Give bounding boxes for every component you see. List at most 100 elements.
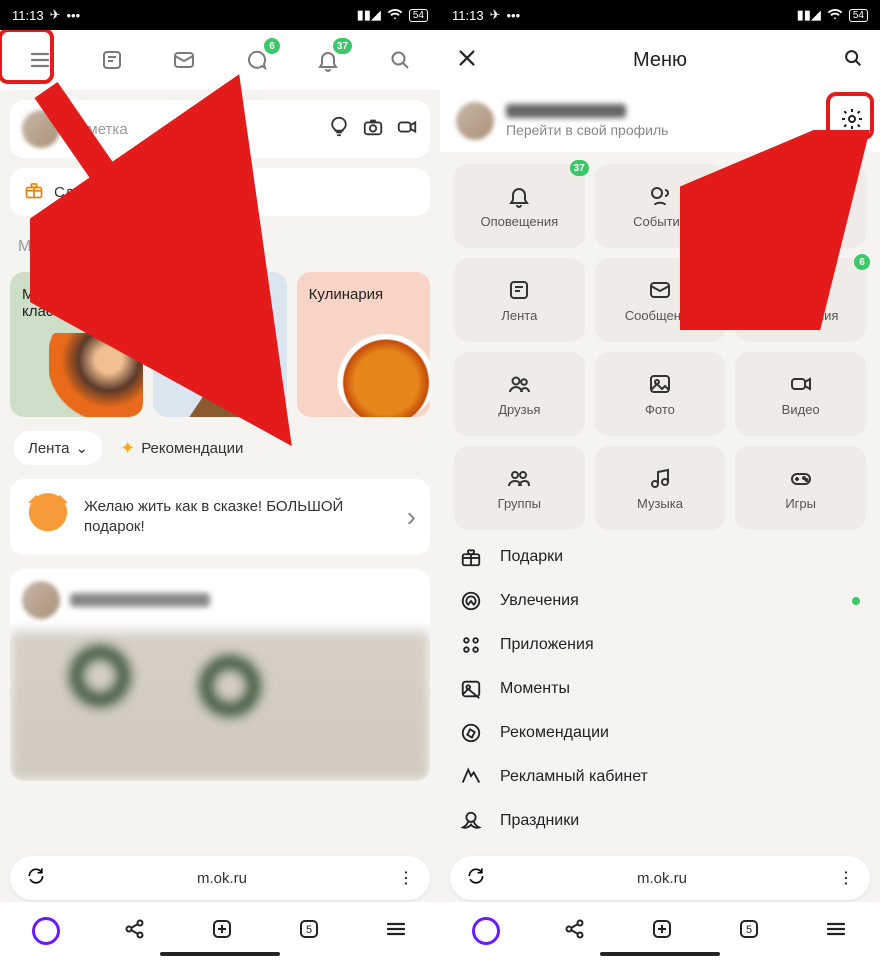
menu-icon[interactable] bbox=[384, 917, 408, 946]
share-icon[interactable] bbox=[563, 917, 587, 946]
card-home[interactable]: Дом и ремонт bbox=[153, 272, 286, 417]
gift-row[interactable]: Сделать подарок bbox=[10, 168, 430, 216]
sparkle-icon: ✦ bbox=[120, 438, 135, 459]
tile-groups[interactable]: Группы bbox=[454, 446, 585, 530]
hamburger-button[interactable] bbox=[20, 40, 60, 80]
recommendations-link[interactable]: ✦Рекомендации bbox=[120, 438, 243, 459]
yandex-icon[interactable] bbox=[472, 917, 500, 945]
more-icon: ••• bbox=[66, 8, 80, 23]
status-time: 11:13 bbox=[452, 8, 484, 23]
profile-row[interactable]: Перейти в свой профиль bbox=[440, 90, 880, 152]
compose-placeholder[interactable]: Заметка bbox=[70, 121, 318, 138]
share-icon[interactable] bbox=[123, 917, 147, 946]
messages-icon[interactable] bbox=[164, 40, 204, 80]
post-avatar[interactable] bbox=[22, 581, 60, 619]
menu-hobbies[interactable]: Увлечения bbox=[460, 590, 860, 612]
gift-label: Сделать подарок bbox=[54, 184, 174, 201]
tile-friends[interactable]: Друзья bbox=[454, 352, 585, 436]
top-nav: 6 37 bbox=[0, 30, 440, 90]
idea-icon[interactable] bbox=[328, 116, 350, 143]
video-icon[interactable] bbox=[396, 116, 418, 143]
more-icon: ••• bbox=[506, 8, 520, 23]
feed-post[interactable] bbox=[10, 569, 430, 781]
screen-feed: 11:13 ✈ ••• ▮▮◢ 54 6 37 Заметка bbox=[0, 0, 440, 960]
close-icon[interactable] bbox=[456, 47, 478, 74]
reload-icon[interactable] bbox=[466, 866, 486, 891]
tiles-grid: Оповещения37 События Гости Лента Сообщен… bbox=[440, 164, 880, 530]
tile-notifications[interactable]: Оповещения37 bbox=[454, 164, 585, 248]
tile-guests[interactable]: Гости bbox=[735, 164, 866, 248]
url-text: m.ok.ru bbox=[46, 870, 398, 887]
tab-moments[interactable]: Моменты bbox=[18, 238, 88, 256]
tab-hobby[interactable]: Увлечения bbox=[102, 232, 209, 262]
svg-text:5: 5 bbox=[306, 924, 312, 936]
cards-row: Мастер- классы Дом и ремонт Кулинария bbox=[0, 272, 440, 417]
tile-feed[interactable]: Лента bbox=[454, 258, 585, 342]
url-text: m.ok.ru bbox=[486, 870, 838, 887]
chat-badge: 6 bbox=[264, 38, 280, 54]
tile-photo[interactable]: Фото bbox=[595, 352, 726, 436]
kebab-icon[interactable]: ⋮ bbox=[838, 868, 854, 888]
tile-discussions[interactable]: Обсуждения6 bbox=[735, 258, 866, 342]
lenta-dropdown[interactable]: Лента⌄ bbox=[14, 431, 102, 465]
avatar[interactable] bbox=[456, 102, 494, 140]
reload-icon[interactable] bbox=[26, 866, 46, 891]
new-tab-icon[interactable] bbox=[650, 917, 674, 946]
tile-events[interactable]: События bbox=[595, 164, 726, 248]
green-dot bbox=[852, 597, 860, 605]
avatar[interactable] bbox=[22, 110, 60, 148]
bottom-nav: 5 bbox=[0, 902, 440, 960]
gift-icon bbox=[24, 180, 44, 204]
menu-gifts[interactable]: Подарки bbox=[460, 546, 860, 568]
menu-moments[interactable]: Моменты bbox=[460, 678, 860, 700]
profile-sub: Перейти в свой профиль bbox=[506, 122, 828, 138]
tile-messages[interactable]: Сообщения bbox=[595, 258, 726, 342]
bottom-nav: 5 bbox=[440, 902, 880, 960]
menu-apps[interactable]: Приложения bbox=[460, 634, 860, 656]
tile-games[interactable]: Игры bbox=[735, 446, 866, 530]
menu-ads[interactable]: Рекламный кабинет bbox=[460, 766, 860, 788]
telegram-icon: ✈ bbox=[490, 7, 501, 23]
wifi-icon bbox=[387, 6, 403, 25]
card-master-class[interactable]: Мастер- классы bbox=[10, 272, 143, 417]
tabs-row: Моменты Увлечения bbox=[0, 216, 440, 272]
yandex-icon[interactable] bbox=[32, 917, 60, 945]
status-time: 11:13 bbox=[12, 8, 44, 23]
search-icon[interactable] bbox=[380, 40, 420, 80]
tile-video[interactable]: Видео bbox=[735, 352, 866, 436]
chat-icon[interactable]: 6 bbox=[236, 40, 276, 80]
promo-card[interactable]: Желаю жить как в сказке! БОЛЬШОЙ подарок… bbox=[10, 479, 430, 555]
browser-bar[interactable]: m.ok.ru ⋮ bbox=[10, 856, 430, 900]
kebab-icon[interactable]: ⋮ bbox=[398, 868, 414, 888]
menu-title: Меню bbox=[633, 49, 687, 72]
tabs-count-icon[interactable]: 5 bbox=[297, 917, 321, 946]
card-cooking[interactable]: Кулинария bbox=[297, 272, 430, 417]
search-icon[interactable] bbox=[842, 47, 864, 74]
feed-icon[interactable] bbox=[92, 40, 132, 80]
bell-icon[interactable]: 37 bbox=[308, 40, 348, 80]
status-bar: 11:13 ✈ ••• ▮▮◢ 54 bbox=[0, 0, 440, 30]
menu-holidays[interactable]: Праздники bbox=[460, 810, 860, 832]
wifi-icon bbox=[827, 6, 843, 25]
cat-icon bbox=[24, 493, 72, 541]
new-tab-icon[interactable] bbox=[210, 917, 234, 946]
settings-gear-icon[interactable] bbox=[840, 107, 864, 136]
menu-recommendations[interactable]: Рекомендации bbox=[460, 722, 860, 744]
compose-row[interactable]: Заметка bbox=[10, 100, 430, 158]
menu-list: Подарки Увлечения Приложения Моменты Рек… bbox=[440, 530, 880, 848]
battery-icon: 54 bbox=[849, 9, 868, 22]
post-image[interactable] bbox=[10, 631, 430, 781]
signal-icon: ▮▮◢ bbox=[357, 7, 381, 23]
svg-text:5: 5 bbox=[746, 924, 752, 936]
tile-music[interactable]: Музыка bbox=[595, 446, 726, 530]
browser-bar[interactable]: m.ok.ru ⋮ bbox=[450, 856, 870, 900]
menu-header: Меню bbox=[440, 30, 880, 90]
battery-icon: 54 bbox=[409, 9, 428, 22]
menu-icon[interactable] bbox=[824, 917, 848, 946]
camera-icon[interactable] bbox=[362, 116, 384, 143]
tabs-count-icon[interactable]: 5 bbox=[737, 917, 761, 946]
filter-row: Лента⌄ ✦Рекомендации bbox=[0, 417, 440, 479]
post-author bbox=[70, 593, 210, 607]
home-indicator bbox=[600, 952, 720, 956]
home-indicator bbox=[160, 952, 280, 956]
